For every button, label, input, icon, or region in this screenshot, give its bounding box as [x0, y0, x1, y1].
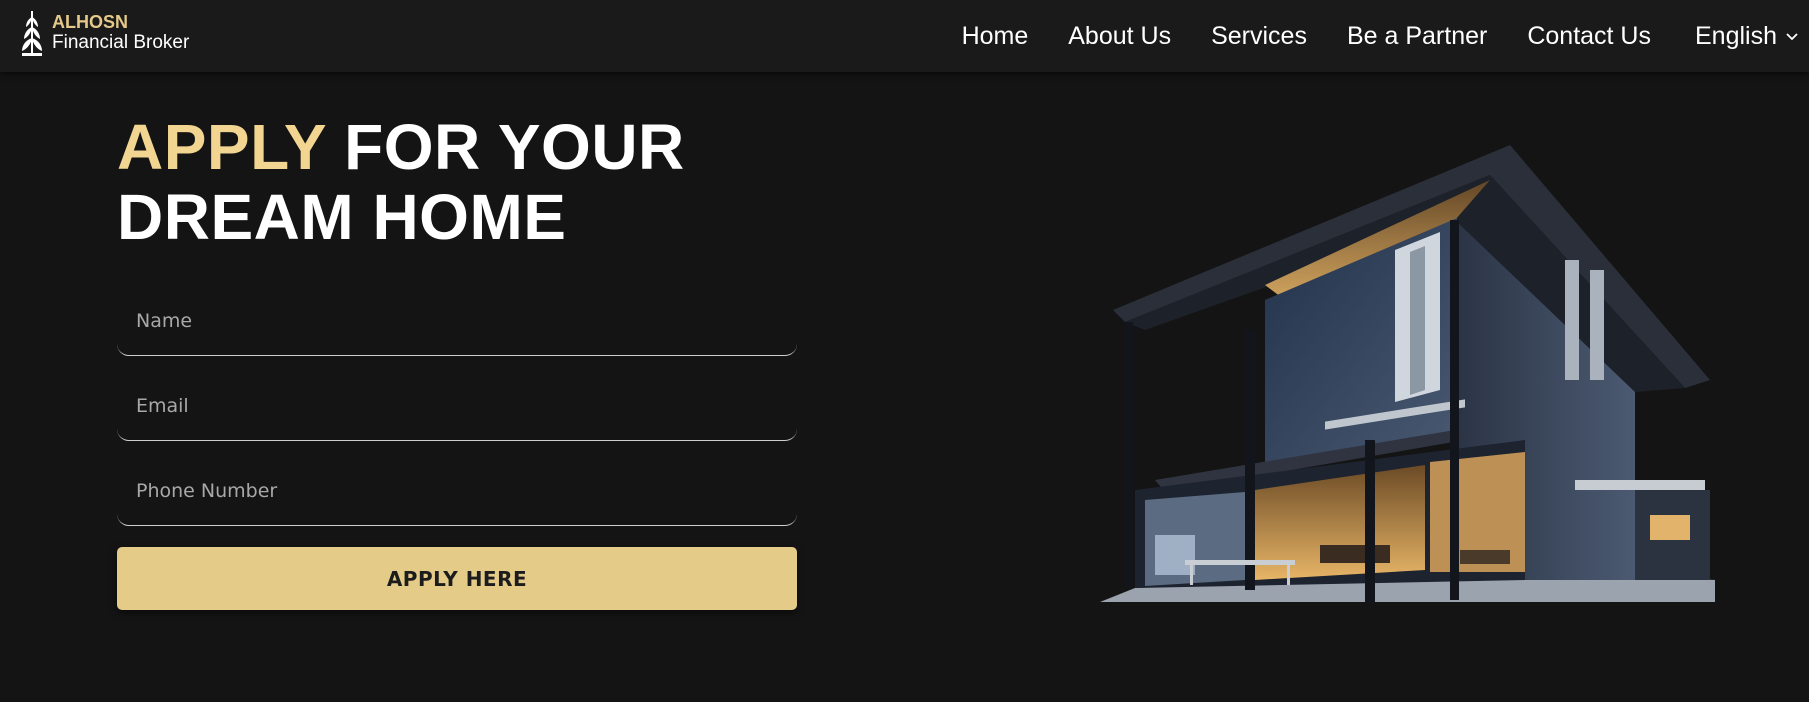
email-input[interactable] — [117, 377, 797, 440]
logo-brand: ALHOSN — [52, 11, 128, 32]
email-field — [117, 377, 797, 441]
modern-house-image — [1100, 145, 1715, 602]
language-dropdown[interactable]: English — [1695, 22, 1799, 51]
main-nav: Home About Us Services Be a Partner Cont… — [922, 0, 1799, 72]
hero-title-line2: DREAM HOME — [117, 181, 567, 253]
apply-here-button[interactable]: APPLY HERE — [117, 547, 797, 610]
hero-title: APPLY FOR YOUR DREAM HOME — [117, 112, 685, 252]
logo-text: ALHOSN Financial Broker — [52, 12, 189, 55]
chevron-down-icon — [1786, 33, 1798, 41]
hero-title-line1: FOR YOUR — [344, 111, 685, 183]
nav-be-a-partner[interactable]: Be a Partner — [1347, 22, 1487, 51]
logo-subtitle: Financial Broker — [52, 32, 190, 54]
nav-services[interactable]: Services — [1211, 22, 1307, 51]
nav-contact-us[interactable]: Contact Us — [1527, 22, 1651, 51]
phone-input[interactable] — [117, 462, 797, 525]
apply-form: APPLY HERE — [117, 292, 797, 610]
name-field — [117, 292, 797, 356]
wheat-stalk-logo-icon — [22, 11, 42, 56]
language-label: English — [1695, 21, 1777, 50]
logo-link[interactable]: ALHOSN Financial Broker — [20, 9, 189, 57]
nav-home[interactable]: Home — [962, 22, 1029, 51]
nav-about-us[interactable]: About Us — [1068, 22, 1171, 51]
phone-field — [117, 462, 797, 526]
site-header: ALHOSN Financial Broker Home About Us Se… — [0, 0, 1809, 72]
hero-title-accent: APPLY — [117, 111, 326, 183]
name-input[interactable] — [117, 292, 797, 355]
